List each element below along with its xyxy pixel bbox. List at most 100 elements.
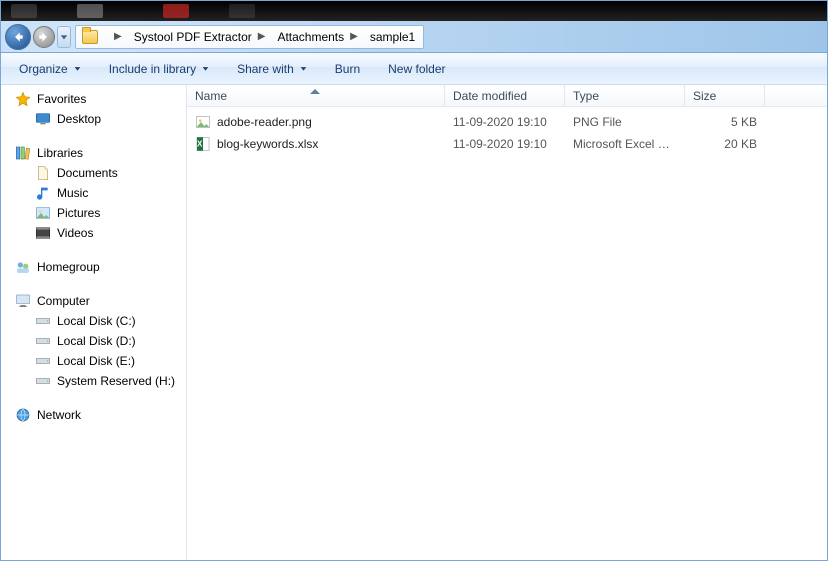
window-titlebar [1, 1, 827, 21]
breadcrumb-root-arrow[interactable]: ▶ [102, 26, 128, 48]
sidebar-homegroup-label: Homegroup [37, 260, 100, 274]
documents-icon [35, 165, 51, 181]
taskbar-blur-spot [163, 4, 189, 18]
organize-label: Organize [19, 62, 68, 76]
breadcrumb-item[interactable]: Attachments▶ [271, 26, 363, 48]
breadcrumb-label: sample1 [370, 30, 415, 44]
file-row[interactable]: adobe-reader.png 11-09-2020 19:10 PNG Fi… [187, 111, 827, 133]
sidebar-item-label: Local Disk (C:) [57, 314, 136, 328]
include-in-library-button[interactable]: Include in library [101, 58, 217, 80]
back-button[interactable] [5, 24, 31, 50]
file-name: adobe-reader.png [217, 115, 312, 129]
sidebar-libraries-header[interactable]: Libraries [1, 143, 186, 163]
excel-file-icon: X [195, 136, 211, 152]
burn-label: Burn [335, 62, 360, 76]
chevron-down-icon [74, 65, 81, 72]
sidebar-item-label: Videos [57, 226, 93, 240]
file-name: blog-keywords.xlsx [217, 137, 318, 151]
taskbar-blur-spot [77, 4, 103, 18]
file-size: 5 KB [685, 115, 765, 129]
main-area: Favorites Desktop Libraries Documents [1, 85, 827, 560]
column-headers: Name Date modified Type Size [187, 85, 827, 107]
column-date[interactable]: Date modified [445, 85, 565, 106]
chevron-down-icon [300, 65, 307, 72]
music-icon [35, 185, 51, 201]
breadcrumb-item[interactable]: sample1 [364, 26, 421, 48]
sidebar-item-music[interactable]: Music [1, 183, 186, 203]
column-date-label: Date modified [453, 89, 527, 103]
sidebar-network-label: Network [37, 408, 81, 422]
column-type-label: Type [573, 89, 599, 103]
sidebar-item-documents[interactable]: Documents [1, 163, 186, 183]
sidebar-computer-header[interactable]: Computer [1, 291, 186, 311]
share-with-button[interactable]: Share with [229, 58, 315, 80]
breadcrumb[interactable]: ▶ Systool PDF Extractor▶ Attachments▶ sa… [75, 25, 424, 49]
star-icon [15, 91, 31, 107]
file-list-pane: Name Date modified Type Size adobe-reade… [187, 85, 827, 560]
sidebar-section-homegroup: Homegroup [1, 257, 186, 277]
sidebar-libraries-label: Libraries [37, 146, 83, 160]
column-size[interactable]: Size [685, 85, 765, 106]
breadcrumb-label: Attachments [277, 30, 344, 44]
drive-icon [35, 373, 51, 389]
sidebar-section-favorites: Favorites Desktop [1, 89, 186, 129]
sort-ascending-icon [309, 83, 321, 89]
sidebar-item-label: System Reserved (H:) [57, 374, 175, 388]
breadcrumb-item[interactable]: Systool PDF Extractor▶ [128, 26, 272, 48]
sidebar-item-drive-c[interactable]: Local Disk (C:) [1, 311, 186, 331]
drive-icon [35, 353, 51, 369]
sidebar-homegroup-header[interactable]: Homegroup [1, 257, 186, 277]
sidebar-section-libraries: Libraries Documents Music Pictures Video… [1, 143, 186, 243]
sidebar-item-label: Documents [57, 166, 118, 180]
nav-history-dropdown[interactable] [57, 26, 71, 48]
sidebar-computer-label: Computer [37, 294, 90, 308]
taskbar-blur-spot [11, 4, 37, 18]
sidebar-section-computer: Computer Local Disk (C:) Local Disk (D:)… [1, 291, 186, 391]
file-size: 20 KB [685, 137, 765, 151]
folder-icon [82, 30, 98, 44]
organize-button[interactable]: Organize [11, 58, 89, 80]
file-row[interactable]: X blog-keywords.xlsx 11-09-2020 19:10 Mi… [187, 133, 827, 155]
address-bar: ▶ Systool PDF Extractor▶ Attachments▶ sa… [1, 21, 827, 53]
sidebar-item-label: Desktop [57, 112, 101, 126]
new-folder-button[interactable]: New folder [380, 58, 453, 80]
drive-icon [35, 333, 51, 349]
forward-button[interactable] [33, 26, 55, 48]
sidebar-item-desktop[interactable]: Desktop [1, 109, 186, 129]
sidebar-section-network: Network [1, 405, 186, 425]
sidebar-favorites-header[interactable]: Favorites [1, 89, 186, 109]
desktop-icon [35, 111, 51, 127]
include-label: Include in library [109, 62, 196, 76]
libraries-icon [15, 145, 31, 161]
sidebar-item-videos[interactable]: Videos [1, 223, 186, 243]
share-label: Share with [237, 62, 294, 76]
sidebar-item-label: Local Disk (D:) [57, 334, 136, 348]
sidebar-item-drive-e[interactable]: Local Disk (E:) [1, 351, 186, 371]
column-size-label: Size [693, 89, 716, 103]
taskbar-blur-spot [229, 4, 255, 18]
sidebar-item-label: Music [57, 186, 88, 200]
file-date: 11-09-2020 19:10 [445, 115, 565, 129]
sidebar-item-label: Pictures [57, 206, 100, 220]
computer-icon [15, 293, 31, 309]
drive-icon [35, 313, 51, 329]
sidebar-network-header[interactable]: Network [1, 405, 186, 425]
sidebar-item-drive-d[interactable]: Local Disk (D:) [1, 331, 186, 351]
sidebar-item-drive-h[interactable]: System Reserved (H:) [1, 371, 186, 391]
file-type: PNG File [565, 115, 685, 129]
svg-text:X: X [197, 140, 203, 149]
breadcrumb-label: Systool PDF Extractor [134, 30, 252, 44]
image-file-icon [195, 114, 211, 130]
network-icon [15, 407, 31, 423]
burn-button[interactable]: Burn [327, 58, 368, 80]
chevron-down-icon [202, 65, 209, 72]
file-date: 11-09-2020 19:10 [445, 137, 565, 151]
sidebar-item-label: Local Disk (E:) [57, 354, 135, 368]
column-name-label: Name [195, 89, 227, 103]
homegroup-icon [15, 259, 31, 275]
file-type: Microsoft Excel W... [565, 137, 685, 151]
column-type[interactable]: Type [565, 85, 685, 106]
file-rows: adobe-reader.png 11-09-2020 19:10 PNG Fi… [187, 107, 827, 159]
command-bar: Organize Include in library Share with B… [1, 53, 827, 85]
sidebar-item-pictures[interactable]: Pictures [1, 203, 186, 223]
